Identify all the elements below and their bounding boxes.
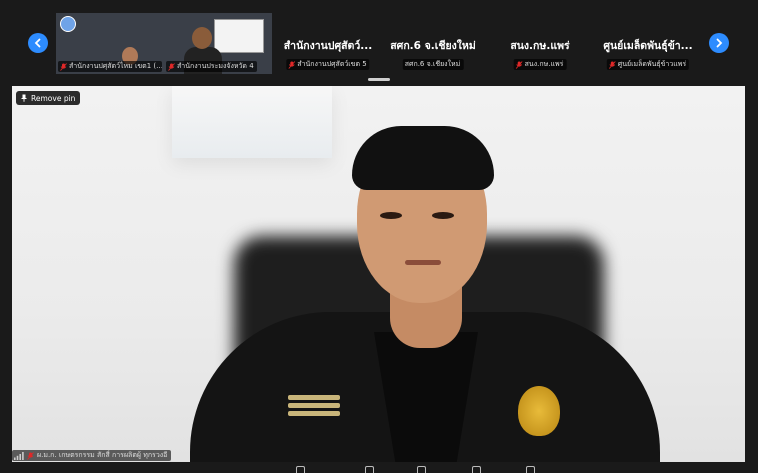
remove-pin-button[interactable]: Remove pin: [16, 91, 81, 105]
speaker-mouth: [405, 260, 441, 265]
participant-name-label: ศูนย์เมล็ดพันธุ์ข้าวแพร่: [606, 59, 690, 70]
mic-muted-icon: [515, 60, 523, 69]
mic-muted-icon: [60, 62, 67, 71]
chevron-left-icon: [34, 38, 41, 48]
participant-name-label: สนง.กษ.แพร่: [513, 59, 567, 70]
participant-tile-2[interactable]: สำนักงานประมงจังหวัด 4: [164, 13, 272, 74]
participant-name-label: สำนักงานประมงจังหวัด 4: [166, 61, 257, 72]
participant-tile-3[interactable]: สำนักงานปศุสัตว์... สำนักงานปศุสัตว์เขต …: [274, 13, 382, 74]
wall-picture: [172, 86, 332, 158]
signal-bars-icon: [14, 451, 24, 460]
speaker-eye-right: [432, 212, 454, 219]
participant-display-name: ศูนย์เมล็ดพันธุ์ข้า...: [603, 40, 693, 52]
mic-muted-icon: [608, 60, 616, 69]
participant-tile-1[interactable]: สำนักงานปศุสัตว์ไหม เขต1 (…: [56, 13, 164, 74]
active-speaker-name-label: ผ.ม.ก. เกษตรกรรม สักสี่ การผลิตผู้ ทุกรว…: [12, 450, 172, 461]
filmstrip-prev-button[interactable]: [28, 33, 48, 53]
participant-tile-6[interactable]: ศูนย์เมล็ดพันธุ์ข้า... ศูนย์เมล็ดพันธุ์ข…: [594, 13, 702, 74]
participant-tile-4[interactable]: สศก.6 จ.เชียงใหม่ สศก.6 จ.เชียงใหม่: [382, 13, 484, 74]
mic-muted-icon: [27, 451, 34, 460]
mic-muted-icon: [168, 62, 175, 71]
meeting-toolbar: [0, 462, 758, 473]
toolbar-icon-partial[interactable]: [417, 466, 426, 473]
toolbar-icon-partial[interactable]: [296, 466, 305, 473]
pin-icon: [21, 94, 27, 102]
chevron-right-icon: [716, 38, 723, 48]
embroidered-name-tag: [288, 392, 340, 422]
filmstrip-next-button[interactable]: [709, 33, 729, 53]
participant-avatar: [192, 27, 212, 49]
participant-display-name: สนง.กษ.แพร่: [510, 40, 570, 52]
participant-display-name: สำนักงานปศุสัตว์...: [283, 40, 373, 52]
participant-name-label: สำนักงานปศุสัตว์ไหม เขต1 (…: [58, 61, 162, 72]
participant-name-label: สำนักงานปศุสัตว์เขต 5: [286, 59, 370, 70]
pinned-video[interactable]: [12, 86, 745, 462]
toolbar-icon-partial[interactable]: [526, 466, 535, 473]
participant-display-name: สศก.6 จ.เชียงใหม่: [390, 40, 476, 52]
participant-name-label: สศก.6 จ.เชียงใหม่: [402, 59, 464, 70]
active-speaker-indicator: [368, 78, 390, 81]
jacket-emblem: [518, 386, 560, 436]
toolbar-icon-partial[interactable]: [365, 466, 374, 473]
mic-muted-icon: [288, 60, 296, 69]
participant-tile-5[interactable]: สนง.กษ.แพร่ สนง.กษ.แพร่: [488, 13, 592, 74]
speaker-eye-left: [380, 212, 402, 219]
toolbar-icon-partial[interactable]: [472, 466, 481, 473]
speaker-hair: [352, 126, 494, 190]
wall-map: [214, 19, 264, 53]
agency-logo: [60, 16, 76, 32]
